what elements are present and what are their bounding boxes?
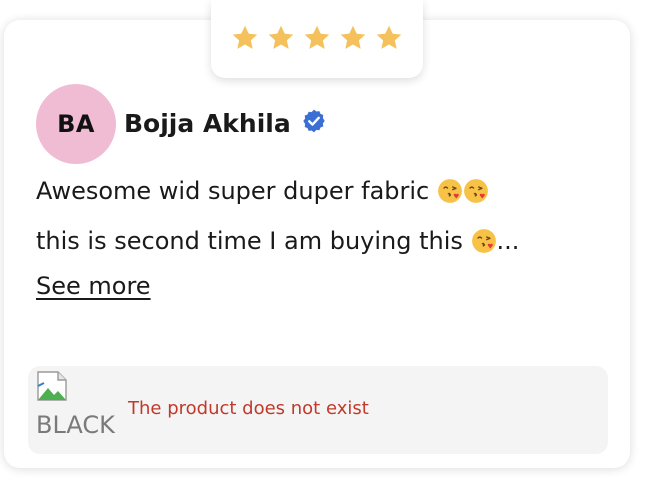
face-blowing-kiss-icon (471, 229, 496, 253)
face-blowing-kiss-icon (463, 179, 488, 203)
product-image: BLACK (36, 370, 116, 444)
product-error-message: The product does not exist (128, 398, 369, 419)
review-text-ellipsis: ... (496, 227, 520, 255)
star-rating (211, 0, 423, 78)
avatar-initials: BA (57, 110, 95, 138)
product-image-alt: BLACK (36, 411, 115, 439)
star-icon (232, 25, 258, 49)
broken-image-icon (37, 371, 67, 401)
star-icon (376, 25, 402, 49)
reviewer-name: Bojja Akhila (124, 109, 291, 138)
review-text: Awesome wid super duper fabric this is s… (36, 166, 596, 266)
review-text-line-1: Awesome wid super duper fabric (36, 177, 430, 205)
verified-badge-icon (303, 109, 325, 133)
review-text-line-2: this is second time I am buying this (36, 227, 463, 255)
review-text-line: Awesome wid super duper fabric (36, 166, 596, 216)
reviewer-header: Bojja Akhila (124, 106, 327, 142)
star-icon (340, 25, 366, 49)
review-text-line: this is second time I am buying this ... (36, 216, 596, 266)
see-more-link[interactable]: See more (36, 264, 151, 308)
star-icon (268, 25, 294, 49)
star-icon (304, 25, 330, 49)
avatar: BA (36, 84, 116, 164)
face-blowing-kiss-icon (437, 179, 462, 203)
